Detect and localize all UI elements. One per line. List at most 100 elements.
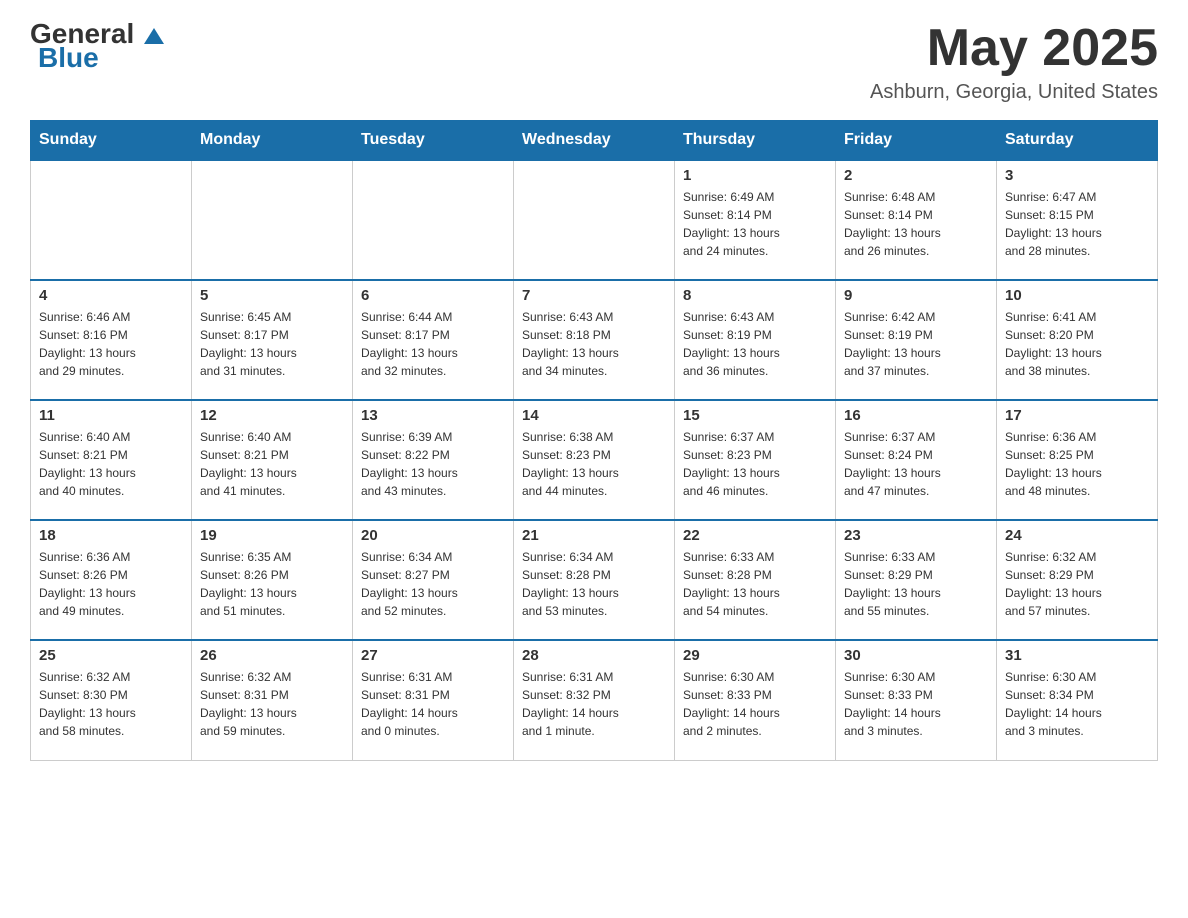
calendar-header-thursday: Thursday [675,121,836,161]
day-info: Sunrise: 6:31 AMSunset: 8:32 PMDaylight:… [522,668,666,740]
calendar-cell-4-2: 19 Sunrise: 6:35 AMSunset: 8:26 PMDayligh… [192,520,353,640]
logo-blue-text: Blue [38,44,99,72]
day-number: 2 [844,167,988,184]
day-info: Sunrise: 6:31 AMSunset: 8:31 PMDaylight:… [361,668,505,740]
calendar-cell-1-5: 1 Sunrise: 6:49 AMSunset: 8:14 PMDaylight… [675,160,836,280]
calendar-cell-5-2: 26 Sunrise: 6:32 AMSunset: 8:31 PMDayligh… [192,640,353,760]
calendar-cell-5-4: 28 Sunrise: 6:31 AMSunset: 8:32 PMDayligh… [514,640,675,760]
day-info: Sunrise: 6:36 AMSunset: 8:26 PMDaylight:… [39,548,183,620]
day-number: 3 [1005,167,1149,184]
day-info: Sunrise: 6:30 AMSunset: 8:33 PMDaylight:… [683,668,827,740]
calendar-cell-5-5: 29 Sunrise: 6:30 AMSunset: 8:33 PMDayligh… [675,640,836,760]
day-number: 11 [39,407,183,424]
day-info: Sunrise: 6:32 AMSunset: 8:31 PMDaylight:… [200,668,344,740]
page-header: General Blue May 2025 Ashburn, Georgia, … [30,20,1158,104]
day-number: 26 [200,647,344,664]
calendar-cell-4-4: 21Sunrise: 6:34 AMSunset: 8:28 PMDayligh… [514,520,675,640]
logo: General Blue [30,20,164,72]
calendar-cell-5-6: 30 Sunrise: 6:30 AMSunset: 8:33 PMDayligh… [836,640,997,760]
day-info: Sunrise: 6:46 AMSunset: 8:16 PMDaylight:… [39,308,183,380]
day-number: 5 [200,287,344,304]
calendar-header-tuesday: Tuesday [353,121,514,161]
calendar-cell-4-7: 24 Sunrise: 6:32 AMSunset: 8:29 PMDayligh… [997,520,1158,640]
day-info: Sunrise: 6:37 AMSunset: 8:23 PMDaylight:… [683,428,827,500]
calendar-cell-5-1: 25Sunrise: 6:32 AMSunset: 8:30 PMDayligh… [31,640,192,760]
day-number: 17 [1005,407,1149,424]
calendar-cell-5-3: 27 Sunrise: 6:31 AMSunset: 8:31 PMDayligh… [353,640,514,760]
day-number: 4 [39,287,183,304]
calendar-header-row: SundayMondayTuesdayWednesdayThursdayFrid… [31,121,1158,161]
calendar-cell-2-7: 10 Sunrise: 6:41 AMSunset: 8:20 PMDayligh… [997,280,1158,400]
day-info: Sunrise: 6:40 AMSunset: 8:21 PMDaylight:… [200,428,344,500]
day-number: 9 [844,287,988,304]
day-info: Sunrise: 6:43 AMSunset: 8:18 PMDaylight:… [522,308,666,380]
month-title: May 2025 [870,20,1158,77]
day-number: 10 [1005,287,1149,304]
day-number: 18 [39,527,183,544]
calendar-cell-3-7: 17 Sunrise: 6:36 AMSunset: 8:25 PMDayligh… [997,400,1158,520]
day-info: Sunrise: 6:35 AMSunset: 8:26 PMDaylight:… [200,548,344,620]
day-info: Sunrise: 6:34 AMSunset: 8:27 PMDaylight:… [361,548,505,620]
day-info: Sunrise: 6:30 AMSunset: 8:33 PMDaylight:… [844,668,988,740]
calendar-week-2: 4 Sunrise: 6:46 AMSunset: 8:16 PMDaylight… [31,280,1158,400]
day-info: Sunrise: 6:32 AMSunset: 8:30 PMDaylight:… [39,668,183,740]
calendar-header-monday: Monday [192,121,353,161]
day-info: Sunrise: 6:45 AMSunset: 8:17 PMDaylight:… [200,308,344,380]
calendar-cell-1-3 [353,160,514,280]
day-number: 15 [683,407,827,424]
calendar-cell-1-2 [192,160,353,280]
day-number: 7 [522,287,666,304]
day-number: 6 [361,287,505,304]
day-info: Sunrise: 6:33 AMSunset: 8:29 PMDaylight:… [844,548,988,620]
day-number: 29 [683,647,827,664]
location-text: Ashburn, Georgia, United States [870,81,1158,104]
day-number: 16 [844,407,988,424]
calendar-header-saturday: Saturday [997,121,1158,161]
calendar-cell-1-1 [31,160,192,280]
calendar-cell-3-6: 16 Sunrise: 6:37 AMSunset: 8:24 PMDayligh… [836,400,997,520]
day-info: Sunrise: 6:30 AMSunset: 8:34 PMDaylight:… [1005,668,1149,740]
day-number: 1 [683,167,827,184]
calendar-cell-2-3: 6Sunrise: 6:44 AMSunset: 8:17 PMDaylight… [353,280,514,400]
calendar-cell-3-3: 13 Sunrise: 6:39 AMSunset: 8:22 PMDayligh… [353,400,514,520]
calendar-week-3: 11 Sunrise: 6:40 AMSunset: 8:21 PMDayligh… [31,400,1158,520]
day-info: Sunrise: 6:41 AMSunset: 8:20 PMDaylight:… [1005,308,1149,380]
title-section: May 2025 Ashburn, Georgia, United States [870,20,1158,104]
day-info: Sunrise: 6:42 AMSunset: 8:19 PMDaylight:… [844,308,988,380]
day-number: 27 [361,647,505,664]
day-number: 30 [844,647,988,664]
day-info: Sunrise: 6:37 AMSunset: 8:24 PMDaylight:… [844,428,988,500]
day-number: 19 [200,527,344,544]
calendar-week-5: 25Sunrise: 6:32 AMSunset: 8:30 PMDayligh… [31,640,1158,760]
day-info: Sunrise: 6:49 AMSunset: 8:14 PMDaylight:… [683,188,827,260]
day-number: 13 [361,407,505,424]
day-info: Sunrise: 6:39 AMSunset: 8:22 PMDaylight:… [361,428,505,500]
day-info: Sunrise: 6:38 AMSunset: 8:23 PMDaylight:… [522,428,666,500]
calendar-cell-4-6: 23Sunrise: 6:33 AMSunset: 8:29 PMDayligh… [836,520,997,640]
calendar-cell-1-7: 3Sunrise: 6:47 AMSunset: 8:15 PMDaylight… [997,160,1158,280]
day-info: Sunrise: 6:48 AMSunset: 8:14 PMDaylight:… [844,188,988,260]
day-info: Sunrise: 6:36 AMSunset: 8:25 PMDaylight:… [1005,428,1149,500]
calendar-cell-3-1: 11 Sunrise: 6:40 AMSunset: 8:21 PMDayligh… [31,400,192,520]
calendar-cell-2-6: 9 Sunrise: 6:42 AMSunset: 8:19 PMDaylight… [836,280,997,400]
day-number: 24 [1005,527,1149,544]
calendar-cell-2-5: 8 Sunrise: 6:43 AMSunset: 8:19 PMDaylight… [675,280,836,400]
day-number: 21 [522,527,666,544]
day-number: 14 [522,407,666,424]
calendar-cell-4-3: 20Sunrise: 6:34 AMSunset: 8:27 PMDayligh… [353,520,514,640]
day-number: 8 [683,287,827,304]
day-number: 22 [683,527,827,544]
calendar-cell-3-5: 15 Sunrise: 6:37 AMSunset: 8:23 PMDayligh… [675,400,836,520]
day-info: Sunrise: 6:43 AMSunset: 8:19 PMDaylight:… [683,308,827,380]
calendar-cell-3-2: 12Sunrise: 6:40 AMSunset: 8:21 PMDayligh… [192,400,353,520]
day-info: Sunrise: 6:40 AMSunset: 8:21 PMDaylight:… [39,428,183,500]
calendar-cell-4-1: 18 Sunrise: 6:36 AMSunset: 8:26 PMDayligh… [31,520,192,640]
calendar-cell-4-5: 22Sunrise: 6:33 AMSunset: 8:28 PMDayligh… [675,520,836,640]
calendar-week-1: 1 Sunrise: 6:49 AMSunset: 8:14 PMDaylight… [31,160,1158,280]
day-info: Sunrise: 6:32 AMSunset: 8:29 PMDaylight:… [1005,548,1149,620]
calendar-cell-1-6: 2 Sunrise: 6:48 AMSunset: 8:14 PMDaylight… [836,160,997,280]
calendar-cell-2-2: 5 Sunrise: 6:45 AMSunset: 8:17 PMDaylight… [192,280,353,400]
day-number: 31 [1005,647,1149,664]
calendar-cell-2-1: 4 Sunrise: 6:46 AMSunset: 8:16 PMDaylight… [31,280,192,400]
day-number: 28 [522,647,666,664]
